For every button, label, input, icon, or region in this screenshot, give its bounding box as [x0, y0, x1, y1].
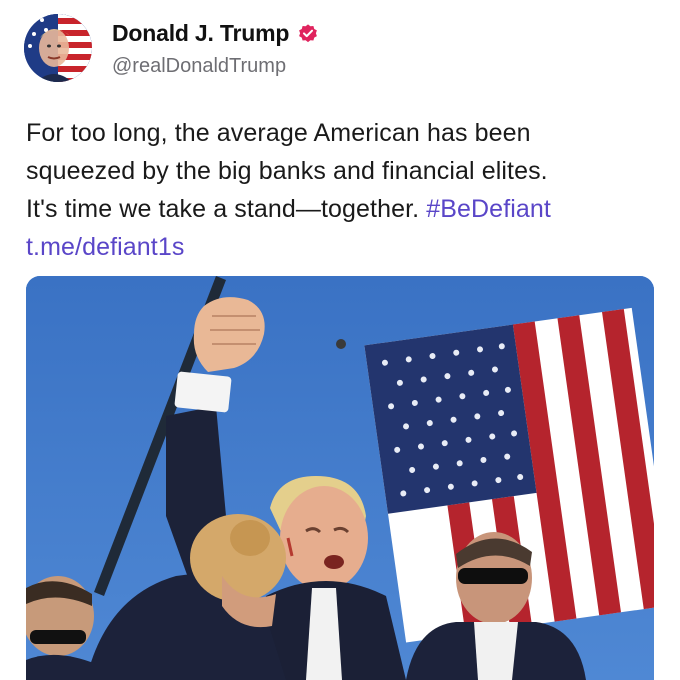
verified-badge-icon [299, 23, 318, 42]
post-body: For too long, the average American has b… [26, 114, 666, 266]
post-text-line: It's time we take a stand—together. #BeD… [26, 190, 666, 228]
post-text-line: squeezed by the big banks and financial … [26, 157, 548, 185]
flag-portrait-avatar-icon [24, 14, 92, 82]
hashtag-link[interactable]: #BeDefiant [426, 195, 551, 223]
post-text-segment: It's time we take a stand—together. [26, 195, 420, 223]
post-media-image[interactable] [26, 276, 654, 680]
author-name-row: Donald J. Trump [112, 20, 319, 47]
author-display-name[interactable]: Donald J. Trump [112, 20, 289, 47]
post-text-line: For too long, the average American has b… [26, 119, 531, 147]
author-avatar[interactable] [24, 14, 92, 82]
post-card: Donald J. Trump @realDonaldTrump For too… [0, 0, 680, 680]
external-link[interactable]: t.me/defiant1s [26, 233, 184, 261]
author-handle[interactable]: @realDonaldTrump [112, 55, 286, 78]
rally-photo-image [26, 276, 654, 680]
